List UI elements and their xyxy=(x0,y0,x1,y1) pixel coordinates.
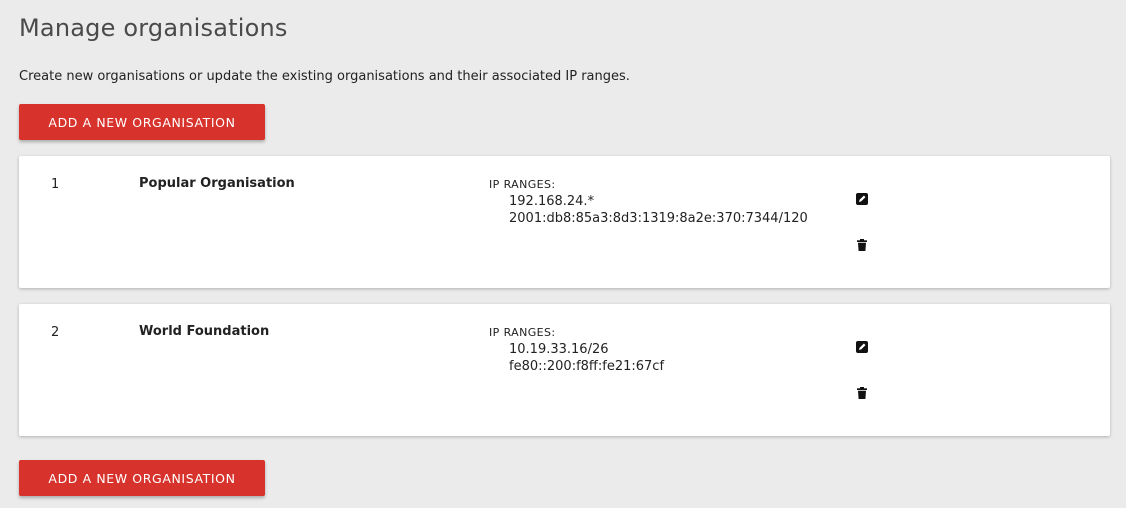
add-organisation-button-top[interactable]: Add a new organisation xyxy=(19,104,265,140)
ip-ranges-block: IP RANGES: 192.168.24.* 2001:db8:85a3:8d… xyxy=(489,178,808,227)
edit-organisation-button[interactable] xyxy=(854,339,870,355)
ip-ranges-label: IP RANGES: xyxy=(489,178,556,191)
trash-icon xyxy=(857,239,867,251)
organisation-index: 2 xyxy=(51,325,60,340)
delete-organisation-button[interactable] xyxy=(854,237,870,253)
page-title: Manage organisations xyxy=(19,14,288,42)
add-organisation-button-bottom[interactable]: Add a new organisation xyxy=(19,460,265,496)
edit-organisation-button[interactable] xyxy=(854,191,870,207)
ip-range-item: 10.19.33.16/26 xyxy=(509,342,609,357)
ip-ranges-block: IP RANGES: 10.19.33.16/26 fe80::200:f8ff… xyxy=(489,326,664,375)
ip-ranges-list: 10.19.33.16/26 fe80::200:f8ff:fe21:67cf xyxy=(509,341,664,375)
ip-range-item: fe80::200:f8ff:fe21:67cf xyxy=(509,359,665,374)
ip-range-item: 192.168.24.* xyxy=(509,194,595,209)
organisation-card: 1 Popular Organisation IP RANGES: 192.16… xyxy=(19,156,1110,288)
trash-icon xyxy=(857,387,867,399)
organisation-name: Popular Organisation xyxy=(139,176,295,191)
ip-ranges-label: IP RANGES: xyxy=(489,326,556,339)
page-intro: Create new organisations or update the e… xyxy=(19,69,630,84)
organisation-card: 2 World Foundation IP RANGES: 10.19.33.1… xyxy=(19,304,1110,436)
delete-organisation-button[interactable] xyxy=(854,385,870,401)
ip-ranges-list: 192.168.24.* 2001:db8:85a3:8d3:1319:8a2e… xyxy=(509,193,808,227)
edit-icon xyxy=(856,341,868,353)
ip-range-item: 2001:db8:85a3:8d3:1319:8a2e:370:7344/120 xyxy=(509,211,808,226)
organisation-index: 1 xyxy=(51,177,60,192)
edit-icon xyxy=(856,193,868,205)
organisation-name: World Foundation xyxy=(139,324,270,339)
